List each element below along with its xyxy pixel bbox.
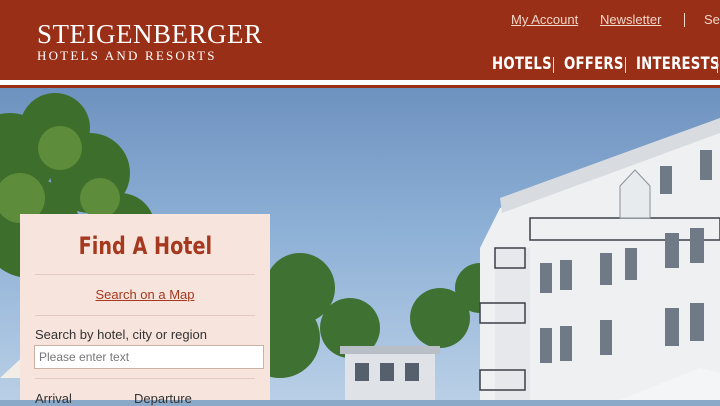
find-hotel-panel: Find A Hotel Search on a Map Search by h…	[20, 214, 270, 406]
search-on-map-link[interactable]: Search on a Map	[20, 287, 270, 302]
panel-title: Find A Hotel	[20, 232, 270, 260]
search-link[interactable]: Se	[704, 12, 720, 27]
brand-tagline: HOTELS AND RESORTS	[37, 48, 217, 63]
nav-item-offers[interactable]: OFFERS	[564, 54, 624, 74]
panel-title-text: Find A Hotel	[78, 232, 212, 260]
search-label: Search by hotel, city or region	[35, 327, 207, 342]
departure-label: Departure	[134, 391, 192, 406]
brand-name: STEIGENBERGER	[37, 19, 263, 49]
brand-logo[interactable]: STEIGENBERGER HOTELS AND RESORTS	[37, 20, 263, 64]
divider	[35, 315, 255, 316]
nav-divider	[717, 57, 718, 73]
site-header: STEIGENBERGER HOTELS AND RESORTS My Acco…	[0, 0, 720, 80]
nav-item-hotels[interactable]: HOTELS	[492, 54, 552, 74]
nav-divider	[553, 57, 554, 73]
nav-divider	[625, 57, 626, 73]
hotel-search-input[interactable]	[34, 345, 264, 369]
divider	[35, 274, 255, 275]
my-account-link[interactable]: My Account	[511, 12, 578, 27]
arrival-label: Arrival	[35, 391, 72, 406]
nav-item-interests[interactable]: INTERESTS	[636, 54, 720, 74]
utility-divider	[684, 13, 685, 27]
newsletter-link[interactable]: Newsletter	[600, 12, 661, 27]
divider	[35, 378, 255, 379]
